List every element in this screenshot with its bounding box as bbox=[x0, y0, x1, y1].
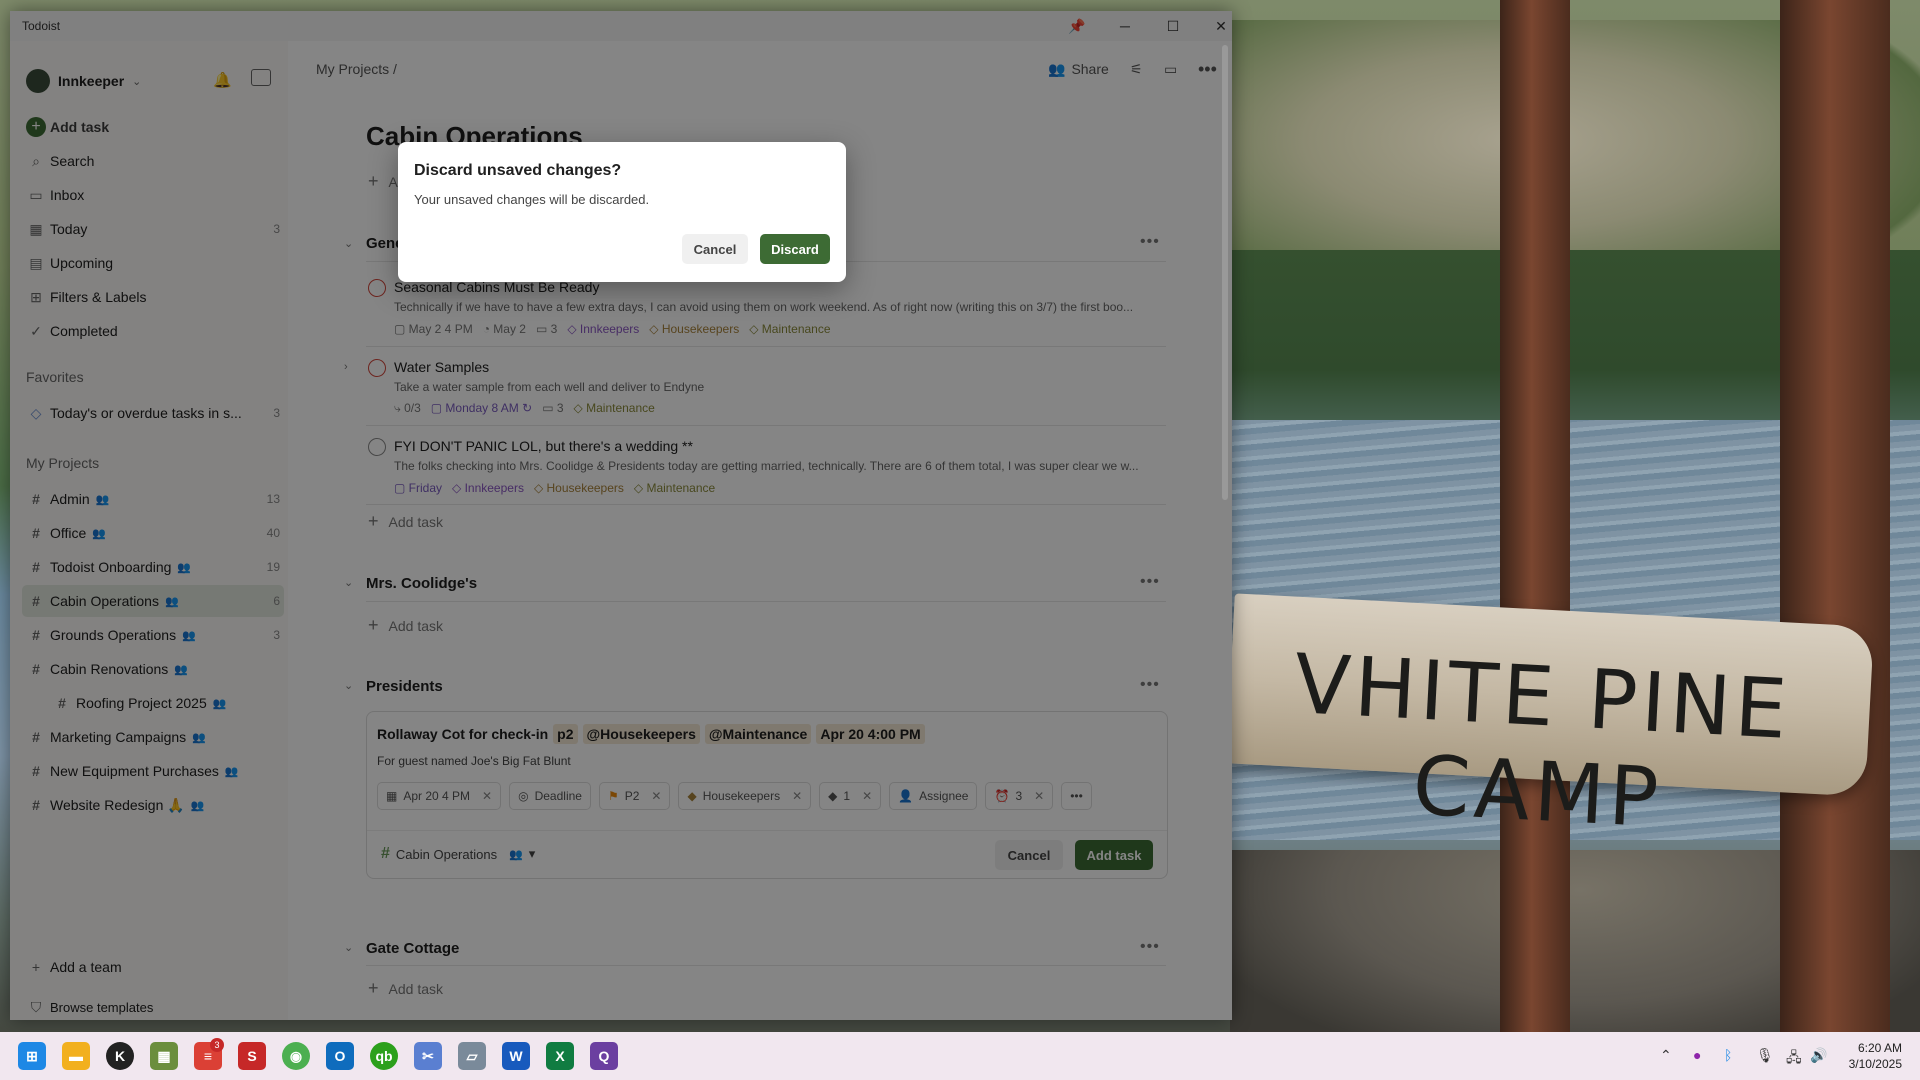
windows-start-icon[interactable]: ⊞ bbox=[18, 1042, 46, 1070]
app-q-icon[interactable]: Q bbox=[590, 1042, 618, 1070]
quickbooks-icon[interactable]: qb bbox=[370, 1042, 398, 1070]
scrollbar[interactable] bbox=[1222, 45, 1228, 500]
app-tray-icon[interactable]: ● bbox=[1693, 1047, 1701, 1063]
microphone-icon[interactable]: 🎙 bbox=[1756, 1047, 1774, 1064]
network-icon[interactable]: 🖧 bbox=[1786, 1047, 1802, 1071]
taskbar: ⊞ ▬ K ▦ ≡ 3 S ◉ O qb ✂ ▱ W X Q ⌃ ● ᛒ 🎙 🖧… bbox=[0, 1032, 1920, 1080]
snipping-tool-icon[interactable]: ✂ bbox=[414, 1042, 442, 1070]
notification-badge: 3 bbox=[210, 1038, 224, 1052]
clock[interactable]: 6:20 AM 3/10/2025 bbox=[1832, 1040, 1902, 1072]
dialog-cancel-button[interactable]: Cancel bbox=[682, 234, 748, 264]
discard-dialog: Discard unsaved changes? Your unsaved ch… bbox=[398, 142, 846, 282]
discard-button[interactable]: Discard bbox=[760, 234, 830, 264]
wallpaper-sign-text: VHITE PINE CAMP bbox=[1291, 637, 1793, 847]
chevron-up-icon[interactable]: ⌃ bbox=[1660, 1047, 1672, 1064]
bluetooth-icon[interactable]: ᛒ bbox=[1724, 1047, 1732, 1063]
app-s-icon[interactable]: S bbox=[238, 1042, 266, 1070]
dialog-body: Your unsaved changes will be discarded. bbox=[414, 192, 650, 207]
excel-icon[interactable]: X bbox=[546, 1042, 574, 1070]
app-drive-icon[interactable]: ▱ bbox=[458, 1042, 486, 1070]
dialog-title: Discard unsaved changes? bbox=[414, 162, 622, 179]
app-grid-icon[interactable]: ▦ bbox=[150, 1042, 178, 1070]
clock-date: 3/10/2025 bbox=[1848, 1057, 1902, 1071]
chrome-icon[interactable]: ◉ bbox=[282, 1042, 310, 1070]
wallpaper-tree-trunk bbox=[1780, 0, 1890, 1040]
outlook-icon[interactable]: O bbox=[326, 1042, 354, 1070]
app-k-icon[interactable]: K bbox=[106, 1042, 134, 1070]
volume-icon[interactable]: 🔊 bbox=[1810, 1047, 1827, 1064]
file-explorer-icon[interactable]: ▬ bbox=[62, 1042, 90, 1070]
clock-time: 6:20 AM bbox=[1857, 1041, 1902, 1055]
word-icon[interactable]: W bbox=[502, 1042, 530, 1070]
wallpaper-tree-trunk bbox=[1500, 0, 1570, 1040]
